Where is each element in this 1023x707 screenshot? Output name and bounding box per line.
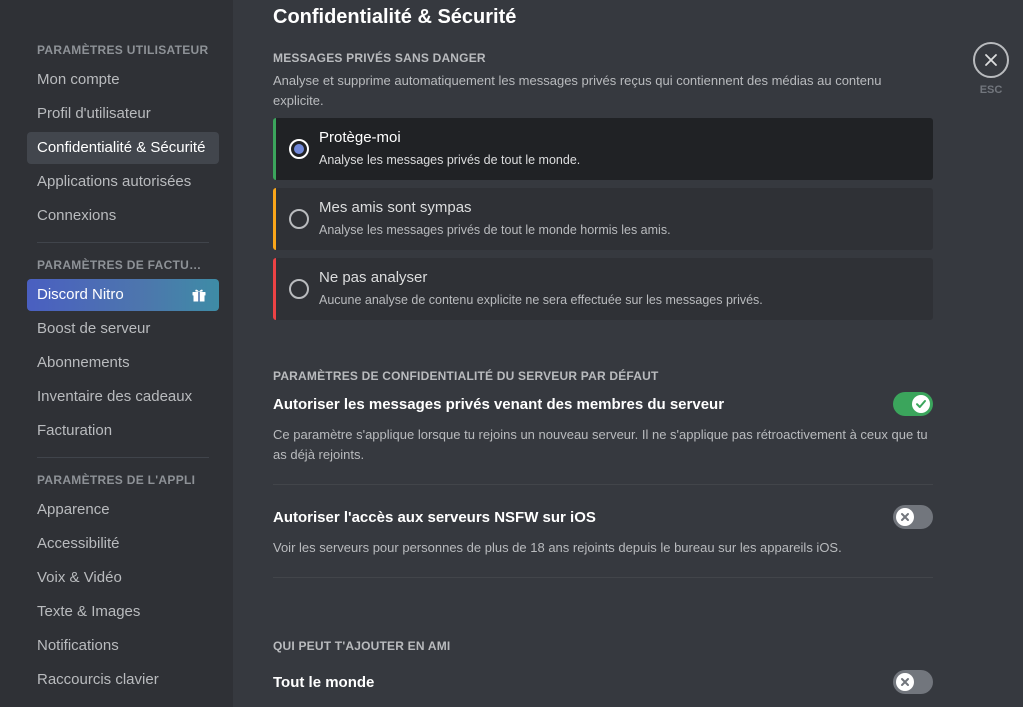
sidebar-item-keybinds[interactable]: Raccourcis clavier (27, 664, 219, 696)
safe-dm-description: Analyse et supprime automatiquement les … (273, 73, 882, 108)
x-icon (901, 678, 909, 686)
sidebar-item-notifications[interactable]: Notifications (27, 630, 219, 662)
toggle-knob (912, 395, 930, 413)
settings-content: Confidentialité & Sécurité MESSAGES PRIV… (233, 0, 1023, 707)
radio-option-friends-nice[interactable]: Mes amis sont sympas Analyse les message… (273, 188, 933, 250)
setting-description-nsfw-ios: Voir les serveurs pour personnes de plus… (273, 540, 842, 555)
sidebar-item-my-account[interactable]: Mon compte (27, 64, 219, 96)
sidebar-item-user-profile[interactable]: Profil d'utilisateur (27, 98, 219, 130)
sidebar-divider (37, 242, 209, 243)
radio-button-checked[interactable] (289, 139, 309, 159)
radio-option-do-not-scan[interactable]: Ne pas analyser Aucune analyse de conten… (273, 258, 933, 320)
check-icon (916, 400, 926, 408)
page-title: Confidentialité & Sécurité (273, 6, 517, 28)
close-button[interactable] (973, 42, 1009, 78)
setting-title-server-dms: Autoriser les messages privés venant des… (273, 396, 725, 413)
gift-icon (192, 289, 206, 302)
sidebar-item-subscriptions[interactable]: Abonnements (27, 347, 219, 379)
sidebar-header-app-settings: PARAMÈTRES DE L'APPLI (37, 473, 196, 487)
radio-option-title: Protège-moi (319, 129, 401, 146)
toggle-knob (896, 508, 914, 526)
sidebar-item-billing[interactable]: Facturation (27, 415, 219, 447)
sidebar-divider (37, 457, 209, 458)
toggle-everyone[interactable] (893, 670, 933, 694)
sidebar-item-server-boost[interactable]: Boost de serveur (27, 313, 219, 345)
toggle-server-dms[interactable] (893, 392, 933, 416)
sidebar-item-authorized-apps[interactable]: Applications autorisées (27, 166, 219, 198)
setting-title-nsfw-ios: Autoriser l'accès aux serveurs NSFW sur … (273, 509, 596, 526)
divider (273, 484, 933, 485)
x-icon (901, 513, 909, 521)
radio-dot (294, 144, 304, 154)
close-icon (985, 54, 997, 66)
radio-option-subtitle: Analyse les messages privés de tout le m… (319, 153, 581, 167)
radio-option-title: Ne pas analyser (319, 269, 428, 286)
section-header-server-privacy: PARAMÈTRES DE CONFIDENTIALITÉ DU SERVEUR… (273, 369, 659, 383)
sidebar-header-billing-settings: PARAMÈTRES DE FACTURATION (37, 258, 209, 272)
toggle-knob (896, 673, 914, 691)
radio-option-subtitle: Aucune analyse de contenu explicite ne s… (319, 293, 763, 307)
setting-description-server-dms: Ce paramètre s'applique lorsque tu rejoi… (273, 427, 928, 462)
sidebar-item-connections[interactable]: Connexions (27, 200, 219, 232)
radio-button[interactable] (289, 209, 309, 229)
divider (273, 577, 933, 578)
sidebar-item-label: Discord Nitro (37, 286, 124, 303)
settings-sidebar: PARAMÈTRES UTILISATEUR Mon compte Profil… (0, 0, 233, 707)
sidebar-item-gift-inventory[interactable]: Inventaire des cadeaux (27, 381, 219, 413)
sidebar-item-voice-video[interactable]: Voix & Vidéo (27, 562, 219, 594)
sidebar-item-privacy-safety[interactable]: Confidentialité & Sécurité (27, 132, 219, 164)
close-settings: ESC (973, 42, 1009, 102)
sidebar-item-accessibility[interactable]: Accessibilité (27, 528, 219, 560)
radio-option-subtitle: Analyse les messages privés de tout le m… (319, 223, 671, 237)
sidebar-header-user-settings: PARAMÈTRES UTILISATEUR (37, 43, 209, 57)
radio-button[interactable] (289, 279, 309, 299)
esc-label: ESC (979, 84, 1003, 96)
sidebar-item-discord-nitro[interactable]: Discord Nitro (27, 279, 219, 311)
toggle-nsfw-ios[interactable] (893, 505, 933, 529)
sidebar-item-text-images[interactable]: Texte & Images (27, 596, 219, 628)
radio-option-title: Mes amis sont sympas (319, 199, 472, 216)
radio-option-keep-me-safe[interactable]: Protège-moi Analyse les messages privés … (273, 118, 933, 180)
sidebar-item-appearance[interactable]: Apparence (27, 494, 219, 526)
section-header-friend-requests: QUI PEUT T'AJOUTER EN AMI (273, 639, 451, 653)
setting-title-everyone: Tout le monde (273, 674, 375, 691)
section-header-safe-dm: MESSAGES PRIVÉS SANS DANGER (273, 51, 486, 65)
